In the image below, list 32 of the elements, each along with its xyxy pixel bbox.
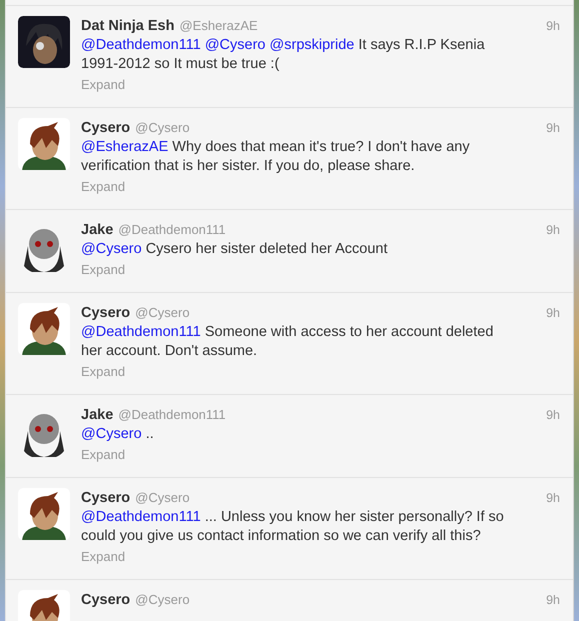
tweet-text: @Cysero .. <box>81 425 155 444</box>
user-handle: @Cysero <box>135 304 190 322</box>
mention-link[interactable]: @srpskipride <box>270 37 354 53</box>
mention-link[interactable]: @Cysero <box>81 241 142 257</box>
mention-link[interactable]: @EsherazAE <box>81 139 168 155</box>
user-name[interactable]: Dat Ninja Esh <box>81 17 174 36</box>
tweet-text: @EsherazAE Why does that mean it's true? I don't have any verification that is her sister. If you do, please share. <box>81 138 471 176</box>
user-handle: @Deathdemon111 <box>118 221 226 239</box>
user-name[interactable]: Cysero <box>81 489 130 508</box>
tweet-text: @Deathdemon111 ... Unless you know her sister personally? If so could you give us contact information so we can verify all this? <box>81 508 505 546</box>
user-name[interactable]: Cysero <box>81 591 130 610</box>
tweet-text: @Deathdemon111 @Cysero @srpskipride It says R.I.P Ksenia 1991-2012 so It must be true :( <box>81 36 486 74</box>
tweet-text: @Cysero Cysero her sister deleted her Account <box>81 240 388 259</box>
avatar-icon <box>18 16 70 68</box>
mention-link[interactable]: @Cysero <box>81 426 142 442</box>
user-handle: @Cysero <box>135 119 190 137</box>
user-handle: @Deathdemon111 <box>118 406 226 424</box>
user-handle: @Cysero <box>135 489 190 507</box>
mention-link[interactable]: @Deathdemon111 <box>81 37 201 53</box>
mention-link[interactable]: @Deathdemon111 <box>81 509 201 525</box>
tweet-text: @Deathdemon111 Someone with access to her account deleted her account. Don't assume. <box>81 323 494 361</box>
user-name[interactable]: Cysero <box>81 304 130 323</box>
user-handle: @EsherazAE <box>179 17 258 35</box>
mention-link[interactable]: @Cysero <box>204 37 266 53</box>
avatar-icon <box>18 303 70 355</box>
avatar-icon <box>18 488 70 540</box>
mention-link[interactable]: @Deathdemon111 <box>81 324 201 340</box>
avatar-icon <box>18 118 70 170</box>
user-name[interactable]: Cysero <box>81 119 130 138</box>
user-handle: @Cysero <box>135 591 190 609</box>
user-name[interactable]: Jake <box>81 221 114 240</box>
user-name[interactable]: Jake <box>81 406 114 425</box>
